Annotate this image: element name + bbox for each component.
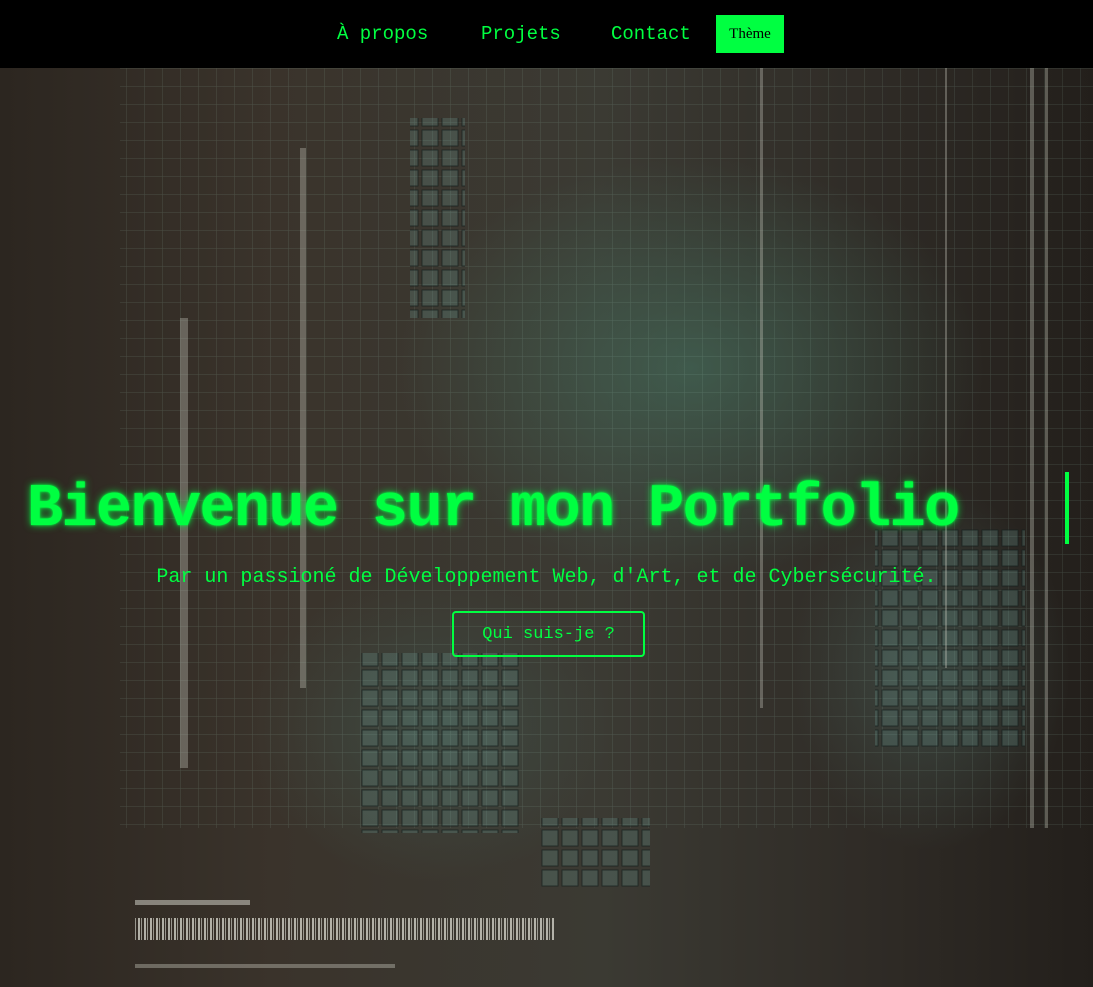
nav-link-projects[interactable]: Projets — [481, 22, 561, 46]
typing-cursor — [1065, 472, 1069, 544]
nav-link-about[interactable]: À propos — [337, 22, 428, 46]
who-am-i-button[interactable]: Qui suis-je ? — [452, 611, 645, 657]
hero-subtitle: Par un passioné de Développement Web, d'… — [156, 566, 937, 589]
navbar: À propos Projets Contact Thème — [0, 0, 1093, 68]
theme-toggle-button[interactable]: Thème — [716, 15, 784, 53]
hero-section: Bienvenue sur mon Portfolio Par un passi… — [0, 68, 1093, 987]
hero-title: Bienvenue sur mon Portfolio — [27, 476, 960, 544]
nav-link-contact[interactable]: Contact — [611, 22, 691, 46]
